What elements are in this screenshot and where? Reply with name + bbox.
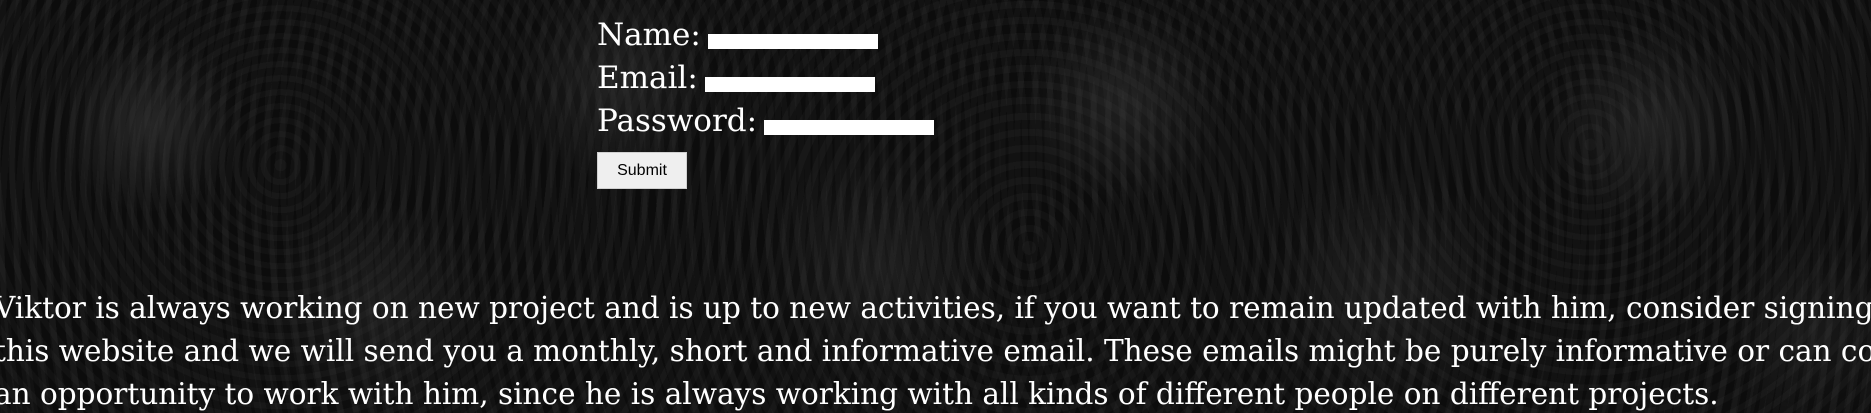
name-field[interactable] (707, 34, 878, 49)
email-field[interactable] (704, 77, 875, 92)
signup-form: Name: Email: Password: Submit (597, 14, 935, 189)
password-label: Password: (597, 103, 758, 139)
password-row: Password: (597, 100, 935, 143)
email-label: Email: (597, 60, 698, 96)
signup-description: Viktor is always working on new project … (0, 287, 1871, 413)
name-label: Name: (597, 17, 701, 53)
password-field[interactable] (764, 120, 935, 135)
email-row: Email: (597, 57, 934, 100)
name-row: Name: (597, 14, 934, 57)
description-line: this website and we will send you a mont… (0, 334, 1871, 368)
description-line: Viktor is always working on new project … (0, 291, 1871, 325)
submit-button[interactable]: Submit (597, 152, 687, 189)
description-line: an opportunity to work with him, since h… (0, 377, 1719, 411)
